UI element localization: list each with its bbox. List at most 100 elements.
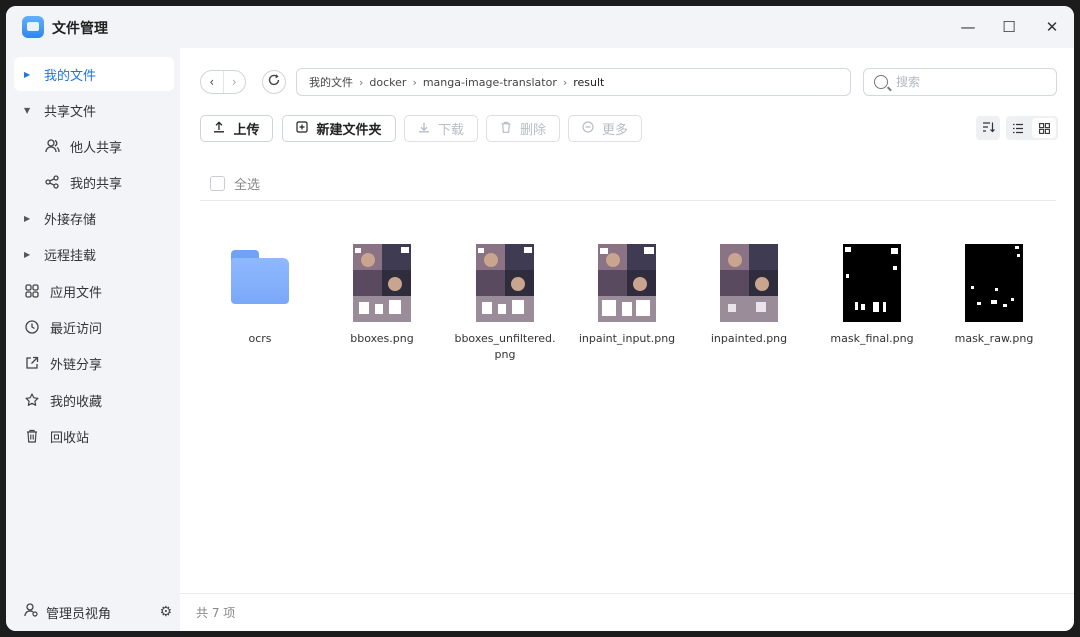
download-button[interactable]: 下载 (404, 115, 478, 142)
maximize-button[interactable]: ☐ (997, 16, 1021, 38)
sidebar-item-label: 他人共享 (70, 140, 123, 156)
more-label: 更多 (601, 123, 628, 138)
file-manager-window: 文件管理 — ☐ ✕ ▶ 我的文件 ▼ 共享文件 他人共享 我的共享 ▶ 外接存… (6, 6, 1074, 631)
delete-button[interactable]: 删除 (486, 115, 560, 142)
admin-user-icon (24, 603, 38, 621)
external-link-icon (24, 356, 40, 370)
upload-label: 上传 (233, 123, 260, 138)
file-item-folder[interactable]: ocrs (200, 244, 320, 347)
upload-button[interactable]: 上传 (200, 115, 273, 142)
history-nav: ‹ › (200, 70, 246, 94)
app-title: 文件管理 (52, 21, 108, 37)
sidebar-item-my-files[interactable]: ▶ 我的文件 (14, 57, 174, 91)
clock-icon (24, 320, 40, 334)
divider (200, 200, 1056, 201)
search-icon (874, 75, 888, 89)
new-folder-label: 新建文件夹 (316, 123, 382, 138)
minimize-button[interactable]: — (956, 16, 980, 38)
sidebar-item-label: 回收站 (50, 430, 90, 446)
view-mode-toggle (1006, 116, 1058, 140)
file-item-image[interactable]: inpainted.png (689, 244, 809, 347)
file-manager-app-icon (22, 16, 44, 38)
sidebar-item-link-share[interactable]: 外链分享 (14, 346, 174, 380)
sidebar-item-shared-by-others[interactable]: 他人共享 (14, 129, 174, 163)
image-thumbnail (720, 244, 778, 322)
folder-icon (229, 250, 291, 306)
file-name: bboxes_unfiltered.png (454, 332, 556, 361)
item-count: 共 7 项 (196, 606, 236, 620)
main-panel: ‹ › 我的文件 › docker › manga-image-translat… (180, 48, 1074, 631)
new-folder-icon (296, 121, 309, 136)
refresh-icon (268, 74, 280, 90)
upload-icon (213, 121, 225, 136)
sidebar-item-recycle-bin[interactable]: 回收站 (14, 419, 174, 453)
image-thumbnail (353, 244, 411, 322)
file-item-image[interactable]: bboxes.png (322, 244, 442, 347)
new-folder-button[interactable]: 新建文件夹 (282, 115, 396, 142)
image-thumbnail (476, 244, 534, 322)
apps-grid-icon (24, 284, 40, 298)
select-all-label: 全选 (234, 178, 261, 193)
sidebar-item-remote-mount[interactable]: ▶ 远程挂载 (14, 237, 174, 271)
close-button[interactable]: ✕ (1040, 16, 1064, 38)
sort-icon (982, 121, 995, 136)
image-thumbnail (598, 244, 656, 322)
trash-icon (500, 121, 512, 136)
trash-icon (24, 429, 40, 443)
download-icon (418, 121, 430, 136)
file-name: inpainted.png (710, 332, 788, 345)
sidebar-item-label: 我的共享 (70, 176, 123, 192)
file-name: mask_final.png (830, 332, 914, 345)
more-button[interactable]: 更多 (568, 115, 642, 142)
sidebar-item-label: 共享文件 (44, 104, 97, 120)
breadcrumb-item[interactable]: manga-image-translator (423, 76, 557, 89)
admin-view-switch[interactable]: 管理员视角 ⚙ (14, 593, 174, 631)
refresh-button[interactable] (262, 70, 286, 94)
forward-arrow-icon[interactable]: › (222, 71, 246, 93)
file-item-image[interactable]: mask_final.png (812, 244, 932, 347)
breadcrumb-current[interactable]: result (573, 76, 604, 89)
chevron-right-icon: › (562, 75, 568, 89)
file-item-image[interactable]: inpaint_input.png (567, 244, 687, 347)
sidebar-item-label: 我的收藏 (50, 394, 103, 410)
select-all[interactable]: 全选 (210, 174, 260, 193)
search-box[interactable] (863, 68, 1057, 96)
sidebar-item-label: 最近访问 (50, 321, 103, 337)
sidebar-item-external-storage[interactable]: ▶ 外接存储 (14, 201, 174, 235)
mask-thumbnail (965, 244, 1023, 322)
collapse-arrow-icon[interactable]: ▼ (24, 106, 36, 115)
expand-arrow-icon[interactable]: ▶ (24, 214, 36, 223)
list-view-icon[interactable] (1006, 116, 1030, 140)
sidebar-item-recent[interactable]: 最近访问 (14, 310, 174, 344)
sidebar-item-my-shares[interactable]: 我的共享 (14, 165, 174, 199)
chevron-right-icon: › (359, 75, 364, 89)
file-name: mask_raw.png (954, 332, 1034, 345)
sidebar-item-label: 外链分享 (50, 357, 103, 373)
more-circle-icon (582, 121, 594, 136)
share-icon (44, 175, 60, 189)
sidebar-item-app-files[interactable]: 应用文件 (14, 274, 174, 308)
file-item-image[interactable]: bboxes_unfiltered.png (445, 244, 565, 363)
download-label: 下载 (437, 123, 464, 138)
expand-arrow-icon[interactable]: ▶ (24, 250, 36, 259)
back-arrow-icon[interactable]: ‹ (201, 71, 223, 93)
file-name: bboxes.png (350, 332, 414, 345)
sidebar: ▶ 我的文件 ▼ 共享文件 他人共享 我的共享 ▶ 外接存储 ▶ 远程挂载 应用… (6, 48, 180, 631)
mask-thumbnail (843, 244, 901, 322)
sidebar-item-label: 应用文件 (50, 285, 103, 301)
breadcrumb-item[interactable]: docker (369, 76, 406, 89)
users-icon (44, 139, 60, 153)
file-item-image[interactable]: mask_raw.png (934, 244, 1054, 347)
sidebar-item-label: 远程挂载 (44, 248, 97, 264)
search-input[interactable] (896, 75, 1046, 89)
settings-gear-icon[interactable]: ⚙ (159, 604, 172, 620)
breadcrumb-item[interactable]: 我的文件 (309, 74, 353, 90)
breadcrumb[interactable]: 我的文件 › docker › manga-image-translator ›… (296, 68, 851, 96)
select-all-checkbox[interactable] (210, 176, 225, 191)
sidebar-item-shared-files[interactable]: ▼ 共享文件 (14, 93, 174, 127)
chevron-right-icon: › (412, 75, 417, 89)
sort-button[interactable] (976, 116, 1000, 140)
sidebar-item-favorites[interactable]: 我的收藏 (14, 383, 174, 417)
grid-view-icon[interactable] (1032, 118, 1056, 138)
expand-arrow-icon[interactable]: ▶ (24, 70, 36, 79)
